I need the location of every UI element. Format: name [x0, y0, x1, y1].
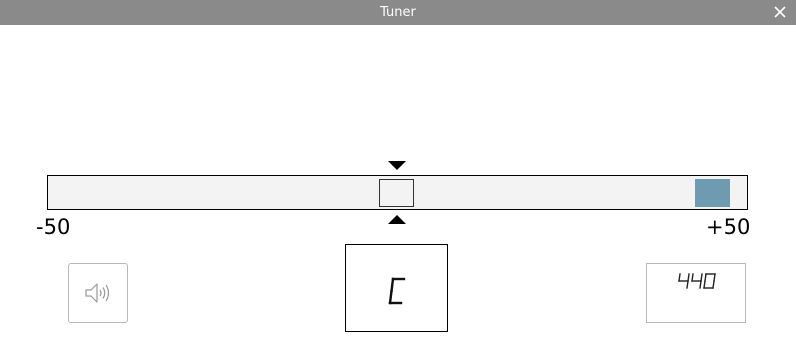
note-display: [345, 244, 448, 332]
scale-min-label: -50: [36, 215, 71, 239]
close-icon: [774, 6, 786, 18]
center-marker: [379, 179, 414, 207]
triangle-down-icon: [388, 161, 406, 170]
close-button[interactable]: [770, 2, 790, 22]
reference-frequency-field[interactable]: [646, 263, 746, 323]
reference-frequency-value: [678, 273, 716, 289]
tuning-meter: [47, 175, 748, 210]
scale-max-label: +50: [706, 215, 751, 239]
window-title: Tuner: [380, 5, 416, 20]
speaker-icon: [85, 283, 110, 303]
note-name: [388, 277, 406, 305]
sound-button[interactable]: [68, 263, 128, 323]
tuning-needle: [695, 179, 730, 207]
title-bar: Tuner: [0, 0, 796, 25]
triangle-up-icon: [388, 215, 406, 224]
